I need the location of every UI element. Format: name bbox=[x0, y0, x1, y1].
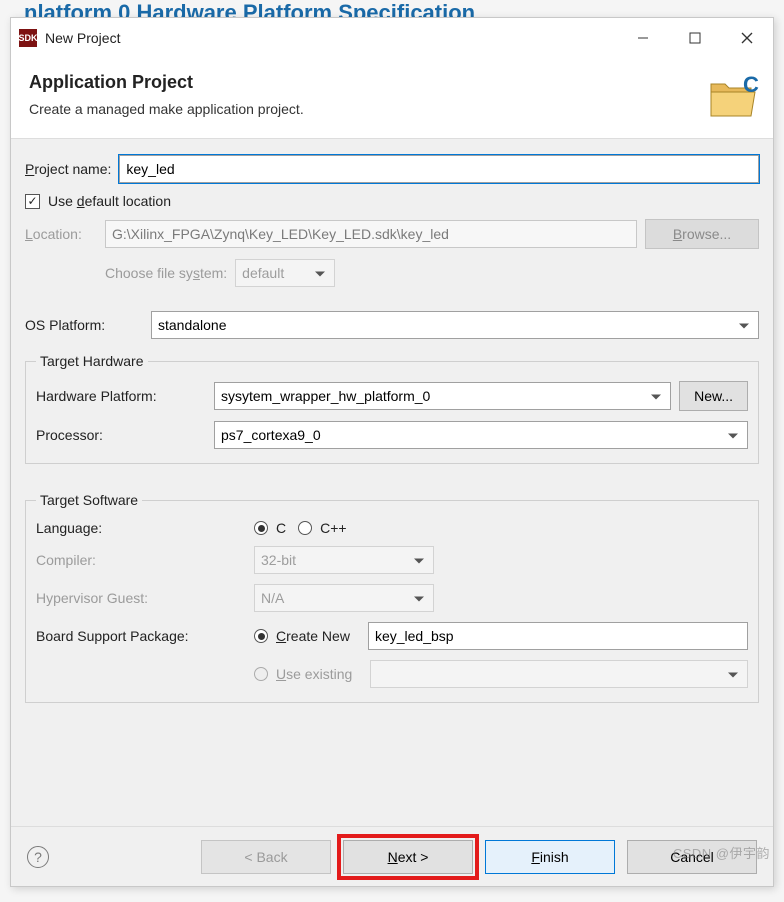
bsp-use-existing-label: Use existing bbox=[276, 666, 352, 682]
hw-platform-label: Hardware Platform: bbox=[36, 388, 206, 404]
hypervisor-select: N/A bbox=[254, 584, 434, 612]
project-name-row: Project name: bbox=[25, 155, 759, 183]
finish-button[interactable]: Finish bbox=[485, 840, 615, 874]
language-cpp-radio[interactable] bbox=[298, 521, 312, 535]
os-platform-label: OS Platform: bbox=[25, 317, 143, 333]
compiler-select: 32-bit bbox=[254, 546, 434, 574]
file-system-row: Choose file system: default bbox=[25, 259, 759, 287]
page-subtitle: Create a managed make application projec… bbox=[29, 101, 707, 117]
dialog-footer: ? < Back Next > Finish Cancel bbox=[11, 826, 773, 886]
use-default-location-checkbox[interactable]: ✓ bbox=[25, 194, 40, 209]
bsp-use-existing-radio bbox=[254, 667, 268, 681]
cancel-button[interactable]: Cancel bbox=[627, 840, 757, 874]
bsp-name-input[interactable] bbox=[368, 622, 748, 650]
form-area: Project name: ✓ Use default location Loc… bbox=[11, 139, 773, 826]
page-title: Application Project bbox=[29, 72, 707, 93]
hw-platform-select[interactable]: sysytem_wrapper_hw_platform_0 bbox=[214, 382, 671, 410]
new-project-dialog: SDK New Project Application Project Crea… bbox=[10, 17, 774, 887]
close-button[interactable] bbox=[721, 18, 773, 58]
bsp-create-new-radio[interactable] bbox=[254, 629, 268, 643]
hypervisor-label: Hypervisor Guest: bbox=[36, 590, 246, 606]
target-hardware-legend: Target Hardware bbox=[36, 353, 148, 369]
location-input bbox=[105, 220, 637, 248]
next-button[interactable]: Next > bbox=[343, 840, 473, 874]
use-default-location-row: ✓ Use default location bbox=[25, 193, 759, 209]
target-hardware-group: Target Hardware Hardware Platform: sysyt… bbox=[25, 353, 759, 464]
compiler-label: Compiler: bbox=[36, 552, 246, 568]
language-label: Language: bbox=[36, 520, 246, 536]
processor-label: Processor: bbox=[36, 427, 206, 443]
bsp-existing-select bbox=[370, 660, 748, 688]
bsp-create-new-label: Create New bbox=[276, 628, 350, 644]
maximize-button[interactable] bbox=[669, 18, 721, 58]
location-label: Location: bbox=[25, 226, 97, 242]
os-platform-row: OS Platform: standalone bbox=[25, 311, 759, 339]
minimize-button[interactable] bbox=[617, 18, 669, 58]
back-button: < Back bbox=[201, 840, 331, 874]
project-name-label: Project name: bbox=[25, 161, 111, 177]
window-title: New Project bbox=[45, 30, 617, 46]
bsp-label: Board Support Package: bbox=[36, 628, 246, 644]
dialog-header: Application Project Create a managed mak… bbox=[11, 58, 773, 139]
target-software-group: Target Software Language: C C++ Compiler… bbox=[25, 492, 759, 703]
titlebar: SDK New Project bbox=[11, 18, 773, 58]
browse-button: Browse... bbox=[645, 219, 759, 249]
use-default-location-label: Use default location bbox=[48, 193, 171, 209]
project-name-input[interactable] bbox=[119, 155, 759, 183]
new-hw-button[interactable]: New... bbox=[679, 381, 748, 411]
processor-select[interactable]: ps7_cortexa9_0 bbox=[214, 421, 748, 449]
location-row: Location: Browse... bbox=[25, 219, 759, 249]
folder-c-icon: C bbox=[707, 72, 755, 120]
sdk-icon: SDK bbox=[19, 29, 37, 47]
language-c-label: C bbox=[276, 520, 286, 536]
file-system-select: default bbox=[235, 259, 335, 287]
language-c-radio[interactable] bbox=[254, 521, 268, 535]
file-system-label: Choose file system: bbox=[105, 265, 227, 281]
os-platform-select[interactable]: standalone bbox=[151, 311, 759, 339]
target-software-legend: Target Software bbox=[36, 492, 142, 508]
help-icon[interactable]: ? bbox=[27, 846, 49, 868]
language-cpp-label: C++ bbox=[320, 520, 346, 536]
svg-text:C: C bbox=[743, 72, 759, 97]
